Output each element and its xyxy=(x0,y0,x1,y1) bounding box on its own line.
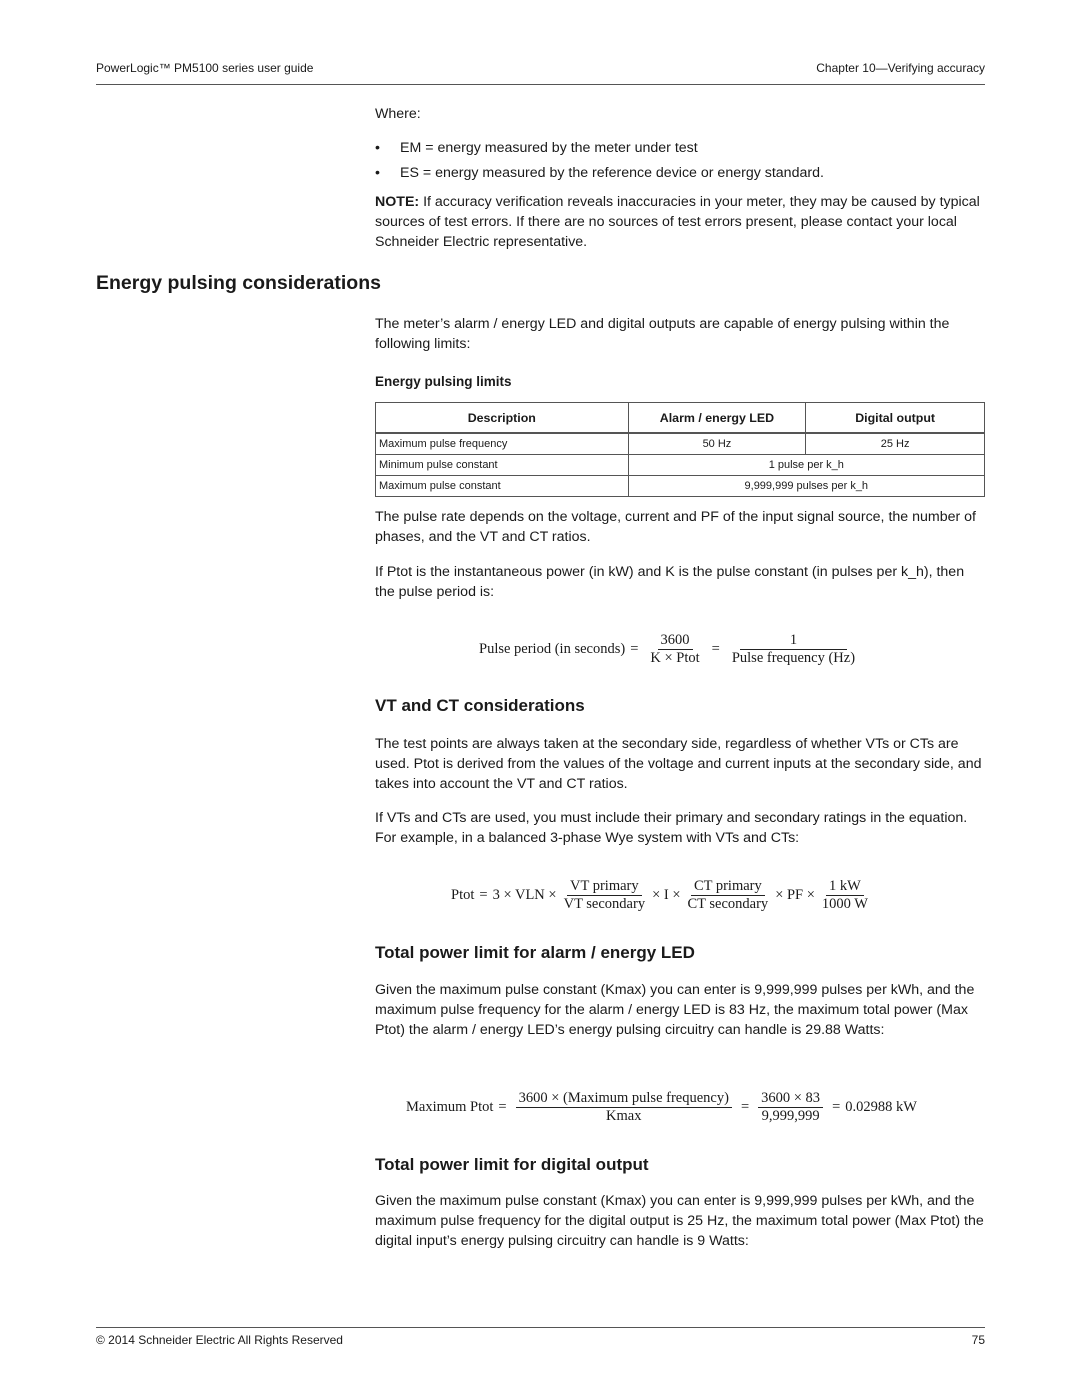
column-header: Description xyxy=(375,402,629,434)
denominator: 1000 W xyxy=(821,896,868,912)
fraction: CT primary CT secondary xyxy=(685,878,772,913)
equation-lhs: Maximum Ptot xyxy=(406,1099,494,1115)
note-text: If accuracy verification reveals inaccur… xyxy=(375,194,980,250)
equals-sign: = xyxy=(740,1099,750,1115)
numerator: VT primary xyxy=(567,878,642,896)
bullet-item: • EM = energy measured by the meter under… xyxy=(375,138,698,158)
note-paragraph: NOTE: If accuracy verification reveals i… xyxy=(375,192,987,252)
cell-merged-value: 1 pulse per k_h xyxy=(627,454,986,476)
max-ptot-equation: Maximum Ptot = 3600 × (Maximum pulse fre… xyxy=(406,1090,917,1125)
running-header-chapter: Chapter 10—Verifying accuracy xyxy=(816,61,985,75)
section-title-led-limit: Total power limit for alarm / energy LED xyxy=(375,943,695,962)
bullet-icon: • xyxy=(375,165,380,181)
equation-term: × I × xyxy=(652,887,681,903)
cell-led: 50 Hz xyxy=(627,432,807,455)
numerator: 3600 × (Maximum pulse frequency) xyxy=(515,1090,732,1108)
numerator: 1 kW xyxy=(826,878,864,896)
bullet-icon: • xyxy=(375,140,380,156)
pulse-rate-paragraph: The pulse rate depends on the voltage, c… xyxy=(375,509,976,545)
equation-term: × PF × xyxy=(775,887,815,903)
energy-pulsing-limits-table: Description Alarm / energy LED Digital o… xyxy=(375,402,986,497)
bullet-item: • ES = energy measured by the reference d… xyxy=(375,163,824,183)
pulse-period-paragraph: If Ptot is the instantaneous power (in k… xyxy=(375,564,965,600)
bullet-text: EM = energy measured by the meter under … xyxy=(400,140,698,156)
where-label: Where: xyxy=(375,106,421,122)
vt-ct-paragraph-2: If VTs and CTs are used, you must includ… xyxy=(375,810,968,846)
cell-digital: 25 Hz xyxy=(805,432,985,455)
cell-merged-value: 9,999,999 pulses per k_h xyxy=(627,475,986,497)
equation-lhs: Pulse period (in seconds) xyxy=(479,641,626,657)
fraction: 3600 K × Ptot xyxy=(647,632,702,667)
note-label: NOTE: xyxy=(375,194,420,210)
denominator: K × Ptot xyxy=(650,650,700,666)
cell-description: Maximum pulse constant xyxy=(375,475,629,497)
fraction: 1 Pulse frequency (Hz) xyxy=(729,632,858,667)
section-title-digital-limit: Total power limit for digital output xyxy=(375,1155,649,1174)
pulse-period-equation: Pulse period (in seconds) = 3600 K × Pto… xyxy=(479,632,862,667)
header-divider xyxy=(96,84,985,85)
led-limit-paragraph: Given the maximum pulse constant (Kmax) … xyxy=(375,982,975,1038)
table-row: Maximum pulse frequency 50 Hz 25 Hz xyxy=(375,432,985,455)
denominator: Kmax xyxy=(606,1108,642,1124)
table-row: Minimum pulse constant 1 pulse per k_h xyxy=(375,454,986,476)
fraction: 3600 × (Maximum pulse frequency) Kmax xyxy=(515,1090,732,1125)
numerator: CT primary xyxy=(690,878,765,896)
cell-description: Minimum pulse constant xyxy=(375,454,629,476)
ptot-equation: Ptot = 3 × VLN × VT primary VT secondary… xyxy=(451,878,875,913)
numerator: 1 xyxy=(739,632,848,650)
section-title-vt-ct: VT and CT considerations xyxy=(375,696,585,715)
equals-sign: = xyxy=(630,641,639,657)
column-header: Alarm / energy LED xyxy=(627,402,807,434)
equation-result: 0.02988 kW xyxy=(845,1099,917,1115)
fraction: VT primary VT secondary xyxy=(561,878,648,913)
column-header: Digital output xyxy=(805,402,985,434)
copyright-text: © 2014 Schneider Electric All Rights Res… xyxy=(96,1333,343,1347)
denominator: Pulse frequency (Hz) xyxy=(731,650,856,666)
digital-limit-paragraph: Given the maximum pulse constant (Kmax) … xyxy=(375,1193,984,1249)
equals-sign: = xyxy=(711,641,720,657)
equals-sign: = xyxy=(498,1099,507,1115)
table-row: Maximum pulse constant 9,999,999 pulses … xyxy=(375,475,986,497)
numerator: 3600 × 83 xyxy=(758,1090,824,1108)
denominator: VT secondary xyxy=(563,896,646,912)
page-number: 75 xyxy=(971,1333,985,1347)
equation-term: 3 × VLN × xyxy=(492,887,557,903)
fraction: 1 kW 1000 W xyxy=(819,878,871,913)
cell-description: Maximum pulse frequency xyxy=(375,432,629,455)
equals-sign: = xyxy=(479,887,488,903)
denominator: 9,999,999 xyxy=(761,1108,820,1124)
equation-lhs: Ptot xyxy=(451,887,475,903)
footer-divider xyxy=(96,1327,985,1328)
numerator: 3600 xyxy=(657,632,693,650)
vt-ct-paragraph-1: The test points are always taken at the … xyxy=(375,736,982,792)
bullet-text: ES = energy measured by the reference de… xyxy=(400,165,824,181)
table-header-row: Description Alarm / energy LED Digital o… xyxy=(375,402,985,434)
equals-sign: = xyxy=(832,1099,841,1115)
energy-pulsing-intro: The meter’s alarm / energy LED and digit… xyxy=(375,316,950,352)
denominator: CT secondary xyxy=(687,896,769,912)
running-header-title: PowerLogic™ PM5100 series user guide xyxy=(96,61,314,75)
fraction: 3600 × 83 9,999,999 xyxy=(758,1090,824,1125)
table-caption: Energy pulsing limits xyxy=(375,374,512,389)
section-title-energy-pulsing: Energy pulsing considerations xyxy=(96,272,381,294)
